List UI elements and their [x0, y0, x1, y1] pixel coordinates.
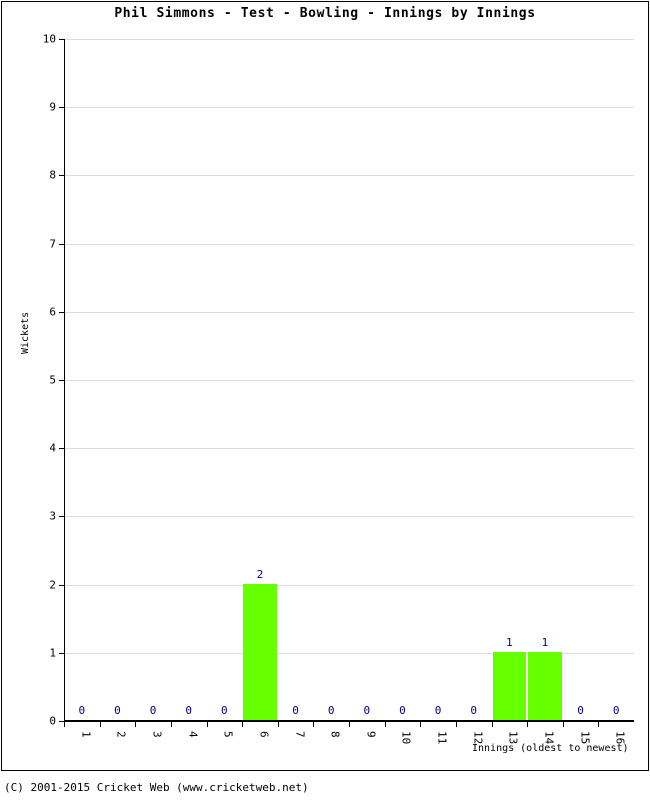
y-tick-label: 1 — [49, 646, 56, 660]
gridline — [64, 448, 634, 450]
y-axis-line — [64, 39, 65, 721]
x-tick-mark — [491, 721, 493, 727]
bar-value-label: 0 — [185, 704, 192, 717]
x-tick-mark — [349, 721, 350, 727]
bar-value-label: 0 — [363, 704, 371, 717]
bar-value-label: 0 — [221, 704, 228, 717]
bar[interactable] — [243, 583, 277, 720]
x-tick-mark — [420, 721, 422, 727]
y-tick-label: 6 — [49, 305, 56, 319]
y-tick-mark — [59, 652, 64, 654]
y-tick-mark — [59, 516, 64, 518]
bar-value-label: 1 — [506, 635, 513, 649]
gridline — [64, 584, 634, 586]
x-tick-label: 3 — [150, 731, 164, 738]
bar-value-label: 2 — [256, 567, 264, 581]
y-tick-label: 9 — [49, 100, 56, 114]
x-tick-mark — [135, 721, 137, 727]
bar-value-label: 0 — [149, 704, 157, 717]
bar-value-label: 0 — [327, 704, 335, 717]
y-tick-label: 8 — [49, 168, 56, 182]
gridline — [64, 380, 634, 381]
x-tick-mark — [455, 721, 457, 727]
plot-area: 0 1 2 3 4 5 6 7 8 9 10 1 2 3 4 5 6 7 8 9 10 11 12 13 14 15 16 000… — [43, 33, 634, 744]
chart-page: Phil Simmons - Test - Bowling - Innings … — [0, 0, 650, 800]
bar-value-label: 0 — [114, 704, 121, 717]
bar-value-label: 0 — [292, 704, 299, 717]
y-tick-label: 3 — [49, 509, 56, 523]
y-tick-label: 5 — [49, 373, 56, 387]
page-title: Phil Simmons - Test - Bowling - Innings … — [114, 6, 536, 21]
y-tick-mark — [59, 380, 64, 381]
y-tick-mark — [59, 584, 64, 586]
gridline — [64, 107, 634, 109]
y-axis-title: Wickets — [20, 311, 31, 354]
x-tick-mark — [99, 721, 101, 727]
bar-value-label: 1 — [541, 635, 549, 649]
y-tick-mark — [59, 107, 64, 109]
x-tick-label: 11 — [435, 731, 449, 745]
x-axis-title: Innings (oldest to newest) — [472, 743, 629, 754]
y-tick-mark — [59, 243, 64, 245]
bar-value-label: 0 — [434, 704, 442, 717]
y-tick-label: 4 — [49, 441, 56, 455]
x-tick-label: 9 — [364, 731, 378, 738]
gridline — [64, 175, 634, 177]
bar-value-label: 0 — [577, 704, 584, 717]
chart-frame: Phil Simmons - Test - Bowling - Innings … — [1, 1, 649, 771]
y-tick-mark — [59, 448, 64, 450]
x-tick-mark — [313, 721, 315, 727]
x-tick-mark — [527, 721, 529, 727]
bar-value-label: 0 — [78, 704, 86, 717]
gridline — [64, 311, 634, 313]
x-tick-mark — [277, 721, 279, 727]
y-tick-label: 0 — [49, 714, 56, 728]
copyright-footer: (C) 2001-2015 Cricket Web (www.cricketwe… — [4, 781, 309, 794]
y-tick-label: 2 — [49, 578, 56, 592]
bar-value-label: 0 — [612, 704, 620, 717]
x-tick-label: 10 — [399, 731, 413, 745]
x-tick-mark — [598, 721, 600, 727]
gridline — [64, 39, 634, 40]
x-tick-mark — [64, 721, 65, 727]
y-tick-mark — [59, 311, 64, 313]
x-tick-label: 4 — [186, 731, 200, 738]
bar[interactable] — [528, 651, 562, 720]
x-tick-mark — [206, 721, 208, 727]
y-tick-label: 7 — [49, 237, 56, 251]
x-tick-label: 7 — [293, 731, 307, 738]
x-tick-label: 5 — [221, 731, 235, 738]
x-tick-mark — [170, 721, 172, 727]
gridline — [64, 516, 634, 518]
bar-value-label: 0 — [470, 704, 477, 717]
bar-value-label: 0 — [399, 704, 406, 717]
y-tick-mark — [59, 39, 64, 40]
x-tick-label: 2 — [114, 731, 128, 738]
x-tick-label: 8 — [328, 731, 342, 738]
y-tick-label: 10 — [42, 32, 56, 46]
x-tick-mark — [242, 721, 244, 727]
y-tick-mark — [59, 175, 64, 177]
x-tick-mark — [562, 721, 564, 727]
x-tick-mark — [384, 721, 386, 727]
gridline — [64, 243, 634, 245]
x-tick-label: 6 — [257, 731, 271, 738]
bar[interactable] — [492, 651, 527, 720]
x-tick-label: 1 — [79, 731, 93, 738]
